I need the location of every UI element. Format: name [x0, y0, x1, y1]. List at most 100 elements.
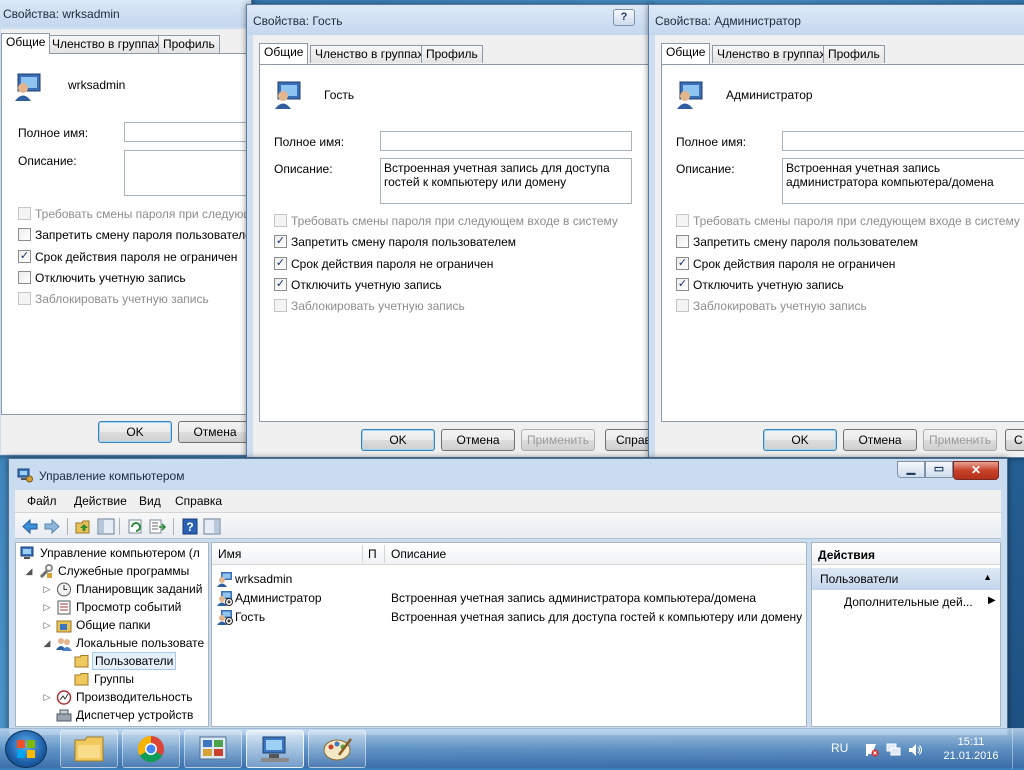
- apply-button[interactable]: Применить: [521, 429, 595, 451]
- window-title: Свойства: Гость: [253, 14, 343, 28]
- tree-item-performance[interactable]: ▷ Производительность: [20, 688, 208, 706]
- show-tree-icon[interactable]: [97, 518, 115, 535]
- account-name: wrksadmin: [68, 78, 126, 92]
- back-arrow-icon[interactable]: [21, 518, 39, 535]
- list-row-wrksadmin[interactable]: wrksadmin: [212, 569, 806, 588]
- taskbar-paint-button[interactable]: [308, 730, 366, 768]
- network-icon[interactable]: [886, 743, 901, 757]
- dialog-body: Общие Членство в группах Профиль Гость П…: [253, 35, 653, 457]
- up-folder-icon[interactable]: [75, 518, 93, 535]
- tree-item-shared-folders[interactable]: ▷ Общие папки: [20, 616, 208, 634]
- help-icon[interactable]: ?: [181, 518, 199, 535]
- ok-button[interactable]: OK: [98, 421, 172, 443]
- taskbar-control-panel-button[interactable]: [184, 730, 242, 768]
- user-icon: [275, 81, 301, 109]
- menu-view[interactable]: Вид: [139, 494, 161, 508]
- list-row-administrator[interactable]: Администратор Встроенная учетная запись …: [212, 588, 806, 607]
- tab-profile[interactable]: Профиль: [421, 45, 483, 63]
- tree-item-task-scheduler[interactable]: ▷ Планировщик заданий: [20, 580, 208, 598]
- taskbar-explorer-button[interactable]: [60, 730, 118, 768]
- description-field[interactable]: [124, 150, 252, 196]
- account-name: Гость: [324, 88, 355, 102]
- actions-header: Действия: [812, 543, 1000, 565]
- action-center-icon[interactable]: [864, 743, 879, 757]
- taskbar-computer-management-button[interactable]: [246, 730, 304, 768]
- menu-action[interactable]: Действие: [74, 494, 127, 508]
- minimize-button[interactable]: ▁: [897, 461, 925, 478]
- fullname-field[interactable]: [124, 122, 252, 142]
- tab-membership[interactable]: Членство в группах: [310, 45, 429, 63]
- tab-profile[interactable]: Профиль: [823, 45, 885, 63]
- expand-arrow-icon[interactable]: ▷: [42, 616, 52, 634]
- more-actions-link[interactable]: Дополнительные дей...: [844, 595, 973, 609]
- menu-help[interactable]: Справка: [175, 494, 222, 508]
- apply-button[interactable]: Применить: [923, 429, 997, 451]
- refresh-icon[interactable]: [127, 518, 145, 535]
- tab-membership[interactable]: Членство в группах: [712, 45, 831, 63]
- language-indicator[interactable]: RU: [831, 741, 848, 755]
- cancel-button[interactable]: Отмена: [441, 429, 515, 451]
- column-separator[interactable]: [384, 545, 385, 563]
- tab-profile[interactable]: Профиль: [158, 35, 220, 53]
- ok-button[interactable]: OK: [361, 429, 435, 451]
- user-icon: [217, 572, 232, 587]
- tree-item-users[interactable]: Пользователи: [20, 652, 208, 670]
- description-field[interactable]: Встроенная учетная запись для доступа го…: [380, 158, 632, 204]
- list-row-guest[interactable]: Гость Встроенная учетная запись для дост…: [212, 607, 806, 626]
- column-name[interactable]: Имя: [218, 547, 241, 561]
- ok-button[interactable]: OK: [763, 429, 837, 451]
- help-button[interactable]: ?: [613, 9, 635, 26]
- tab-general[interactable]: Общие: [661, 43, 711, 64]
- tab-page: Гость Полное имя: Описание: Встроенная у…: [259, 64, 653, 422]
- tree-item-device-manager[interactable]: Диспетчер устройств: [20, 706, 208, 724]
- taskbar-chrome-button[interactable]: [122, 730, 180, 768]
- collapse-arrow-icon[interactable]: ◢: [24, 562, 34, 580]
- collapse-arrow-icon[interactable]: ◢: [42, 634, 52, 652]
- column-separator[interactable]: [362, 545, 363, 563]
- description-field[interactable]: Встроенная учетная запись администратора…: [782, 158, 1024, 204]
- show-action-pane-icon[interactable]: [203, 518, 221, 535]
- submenu-arrow-icon: ▶: [988, 595, 996, 606]
- volume-icon[interactable]: [908, 743, 923, 757]
- clock[interactable]: 15:11 21.01.2016: [936, 735, 1006, 763]
- show-desktop-button[interactable]: [1012, 729, 1024, 769]
- menu-file[interactable]: Файл: [27, 494, 57, 508]
- forward-arrow-icon[interactable]: [43, 518, 61, 535]
- account-name: Администратор: [726, 88, 813, 102]
- collapse-triangle-icon[interactable]: ▲: [983, 572, 992, 582]
- tab-membership[interactable]: Членство в группах: [47, 35, 166, 53]
- close-button[interactable]: ✕: [953, 461, 999, 480]
- tree-item-computer-management[interactable]: Управление компьютером (л: [20, 544, 208, 562]
- actions-section-users[interactable]: Пользователи ▲: [812, 568, 1000, 590]
- tab-page: Администратор Полное имя: Описание: Встр…: [661, 64, 1024, 422]
- expand-arrow-icon[interactable]: ▷: [42, 598, 52, 616]
- cancel-button[interactable]: Отмена: [843, 429, 917, 451]
- tree-item-groups[interactable]: Группы: [20, 670, 208, 688]
- tree-item-system-tools[interactable]: ◢ Служебные программы: [20, 562, 208, 580]
- tab-general[interactable]: Общие: [259, 43, 309, 64]
- export-list-icon[interactable]: [149, 518, 167, 535]
- start-button[interactable]: [5, 730, 47, 768]
- help-button-bottom[interactable]: С: [1005, 429, 1024, 451]
- column-description[interactable]: Описание: [391, 547, 446, 561]
- expand-arrow-icon[interactable]: ▷: [42, 688, 52, 706]
- checkbox-box: ✓: [676, 257, 689, 270]
- checkbox-box: ✓: [18, 250, 31, 263]
- expand-arrow-icon[interactable]: ▷: [42, 580, 52, 598]
- fullname-field[interactable]: [380, 131, 632, 151]
- clock-time: 15:11: [957, 736, 985, 748]
- checkbox-box: [676, 299, 689, 312]
- help-button-bottom[interactable]: Справ: [605, 429, 653, 451]
- fullname-field[interactable]: [782, 131, 1024, 151]
- checkbox-box: [18, 271, 31, 284]
- user-icon: [677, 81, 703, 109]
- computer-management-icon: [261, 736, 289, 762]
- tab-general[interactable]: Общие: [1, 33, 51, 54]
- user-disabled-icon: [217, 591, 233, 606]
- column-fullname[interactable]: П: [368, 547, 377, 561]
- maximize-button[interactable]: ▭: [925, 461, 953, 478]
- cancel-button[interactable]: Отмена: [178, 421, 252, 443]
- dialog-body: Общие Членство в группах Профиль Админис…: [655, 35, 1024, 457]
- tree-item-local-users[interactable]: ◢ Локальные пользовате: [20, 634, 208, 652]
- tree-item-event-viewer[interactable]: ▷ Просмотр событий: [20, 598, 208, 616]
